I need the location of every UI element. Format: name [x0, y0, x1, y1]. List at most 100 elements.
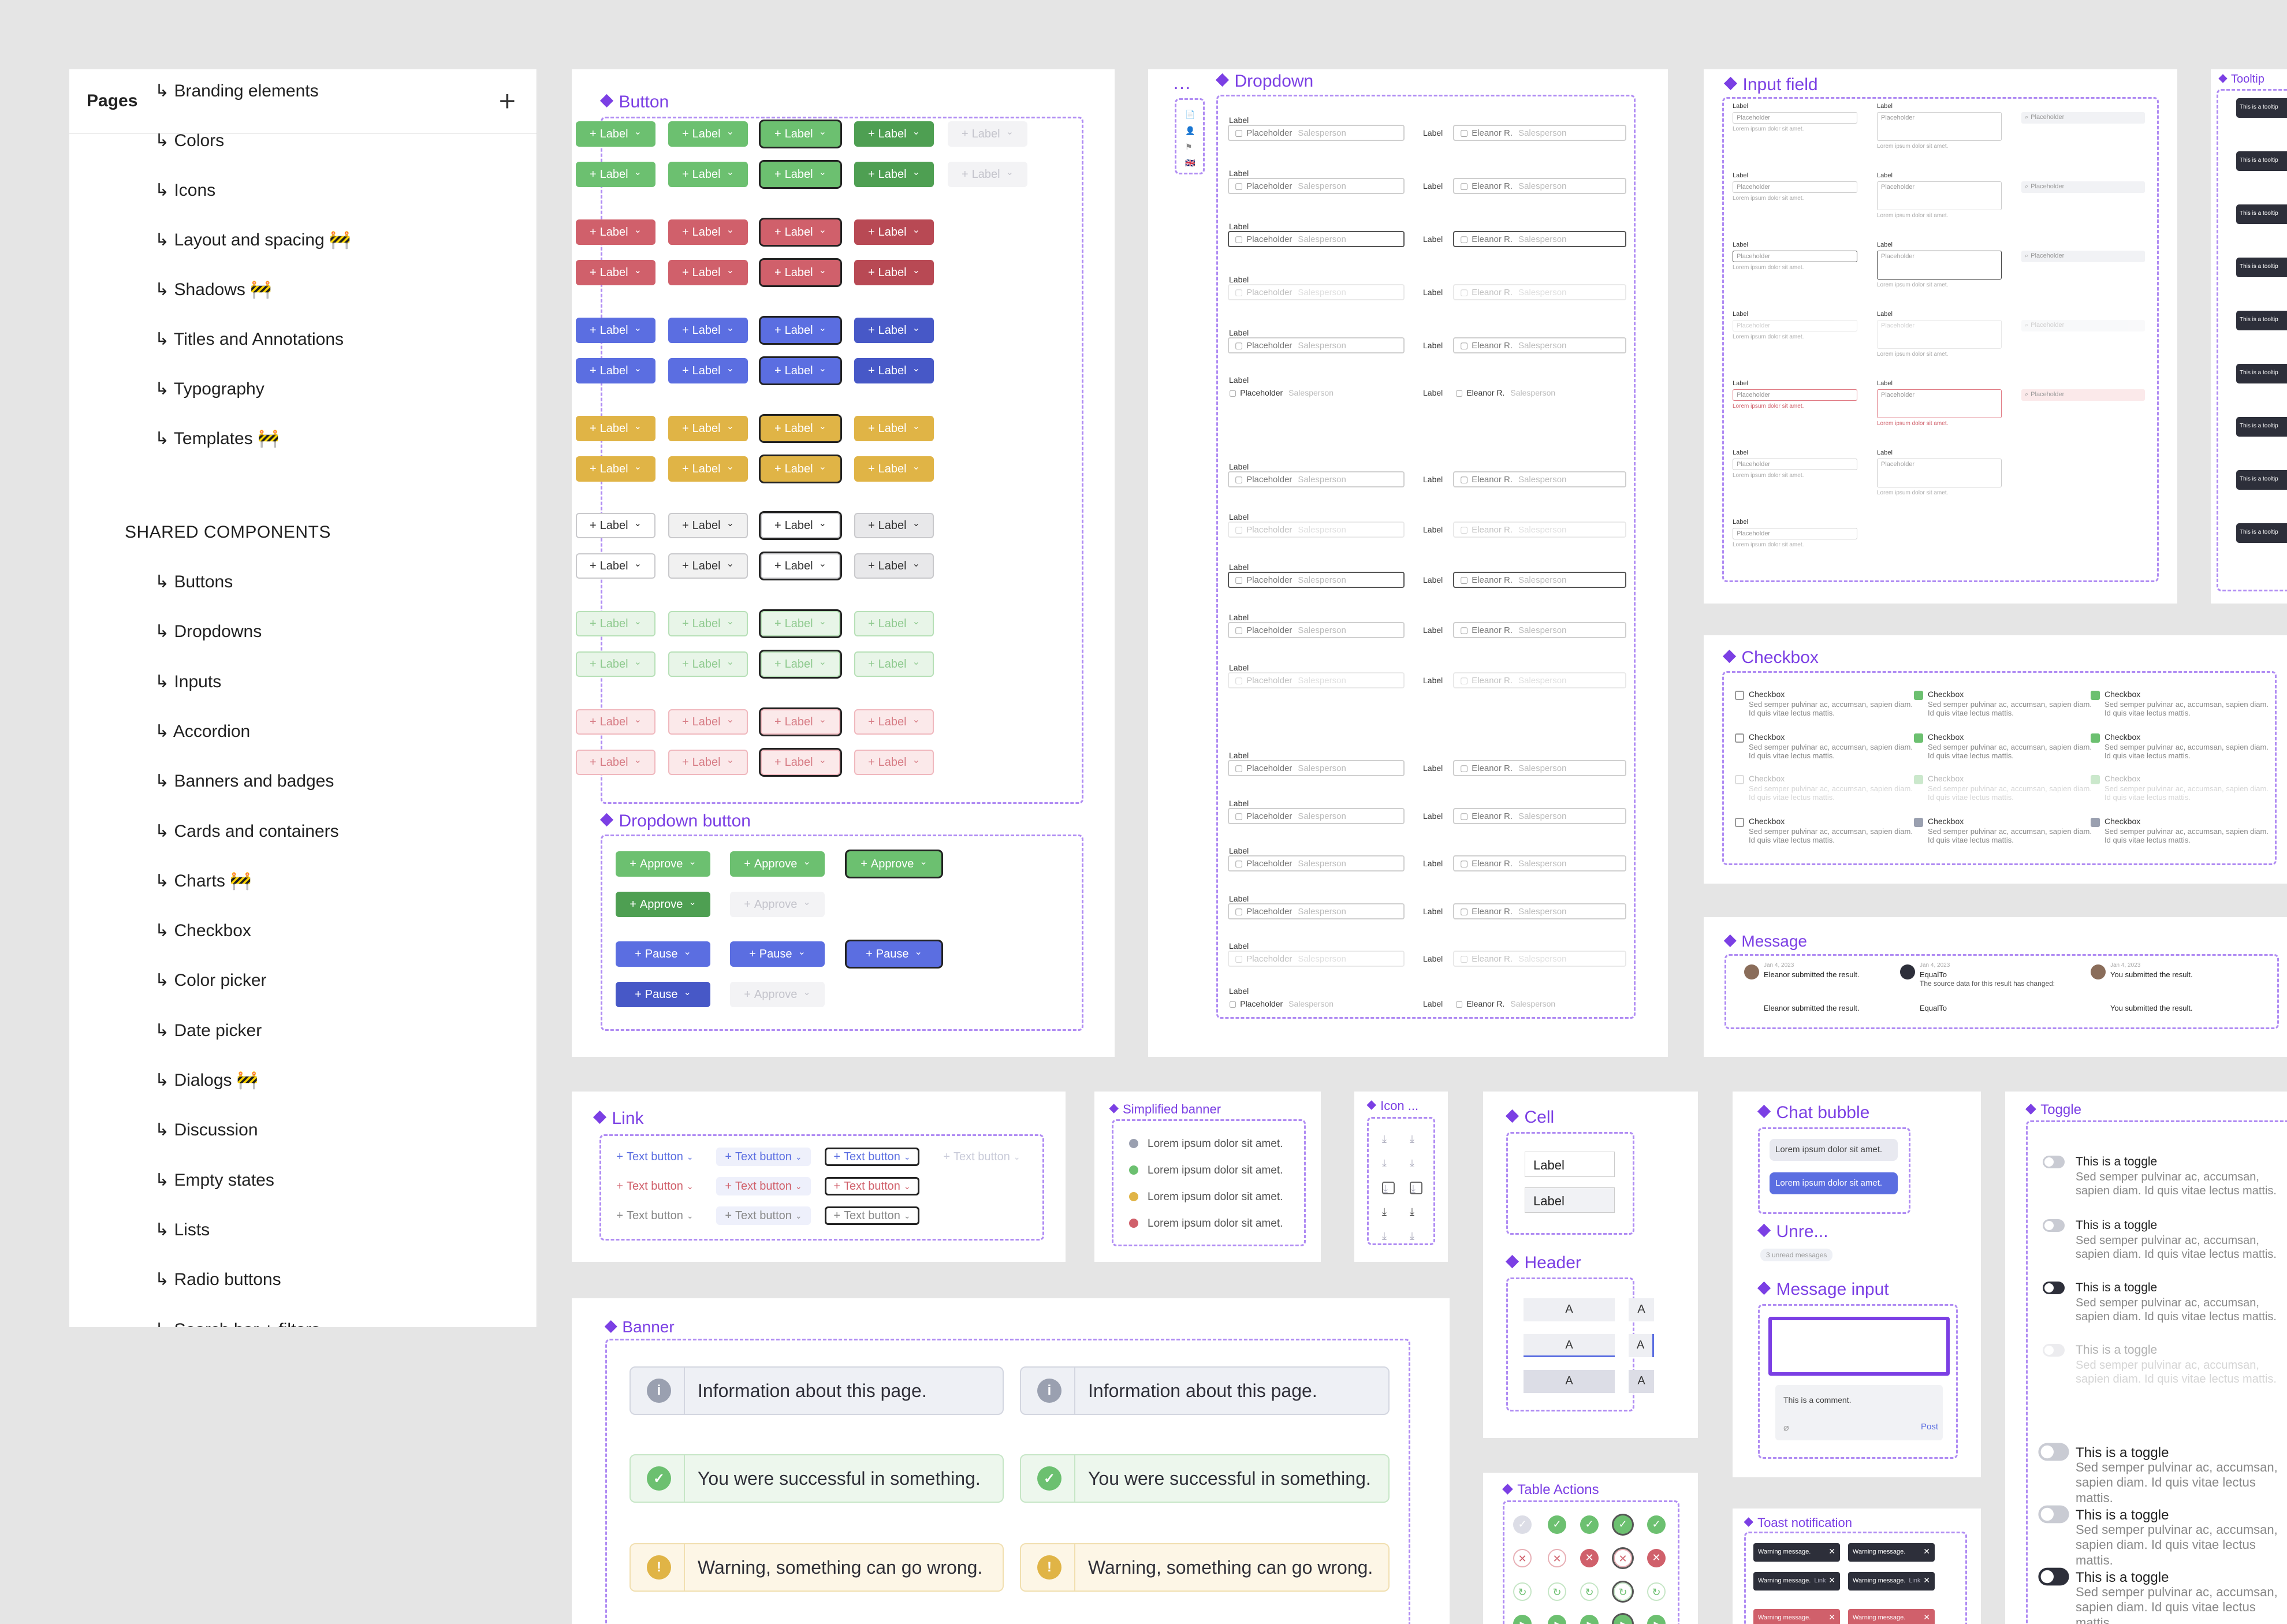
- button[interactable]: + Label: [761, 219, 840, 245]
- sidebar-item[interactable]: ↳ Banners and badges: [155, 771, 334, 791]
- dropdown-field[interactable]: ▢ Placeholder Salesperson: [1229, 388, 1334, 398]
- download-icon[interactable]: ⤓: [1382, 1230, 1395, 1243]
- text-button[interactable]: + Text button ⌄: [825, 1148, 919, 1166]
- message-input-box[interactable]: [1775, 1385, 1943, 1440]
- table-action-icon[interactable]: ✕: [1647, 1549, 1666, 1567]
- table-action-icon[interactable]: ↻: [1548, 1582, 1566, 1601]
- button[interactable]: + Label: [576, 416, 655, 441]
- dropdown-field[interactable]: ▢ Placeholder Salesperson: [1228, 337, 1405, 353]
- text-button[interactable]: + Text button ⌄: [716, 1206, 811, 1225]
- button[interactable]: + Label: [576, 358, 655, 383]
- checkbox-box[interactable]: [1735, 691, 1744, 700]
- button[interactable]: + Label: [854, 318, 934, 343]
- checkbox-box[interactable]: [1735, 733, 1744, 743]
- dropdown-field[interactable]: ▢ Placeholder Salesperson: [1228, 178, 1405, 194]
- button[interactable]: + Label: [576, 260, 655, 285]
- sidebar-item[interactable]: ↳ Dialogs 🚧: [155, 1070, 258, 1090]
- sidebar-item[interactable]: ↳ Inputs: [155, 672, 221, 692]
- sidebar-item[interactable]: ↳ Dropdowns: [155, 621, 262, 642]
- button[interactable]: + Label: [761, 416, 840, 441]
- dropdown-field[interactable]: ▢ Eleanor R. Salesperson: [1453, 284, 1626, 300]
- header-cell[interactable]: A: [1524, 1298, 1615, 1321]
- text-button[interactable]: + Text button ⌄: [716, 1177, 811, 1195]
- button[interactable]: + Label: [576, 651, 655, 677]
- button[interactable]: + Label: [761, 553, 840, 579]
- table-action-icon[interactable]: ✓: [1513, 1515, 1532, 1534]
- checkbox-box[interactable]: [2091, 733, 2100, 743]
- dropdown-field[interactable]: ▢ Placeholder Salesperson: [1228, 231, 1405, 247]
- input-field[interactable]: Placeholder: [1877, 181, 2002, 210]
- button[interactable]: + Label: [854, 260, 934, 285]
- button[interactable]: + Label: [576, 121, 655, 147]
- search-input[interactable]: ⌕ Placeholder: [2021, 251, 2145, 262]
- button[interactable]: + Label: [854, 416, 934, 441]
- dropdown-field[interactable]: ▢ Eleanor R. Salesperson: [1453, 622, 1626, 638]
- header-cell[interactable]: A: [1524, 1334, 1615, 1357]
- button[interactable]: + Label: [854, 219, 934, 245]
- input-field[interactable]: Placeholder: [1733, 389, 1857, 401]
- dropdown-field[interactable]: ▢ Eleanor R. Salesperson: [1453, 471, 1626, 487]
- dropdown-field[interactable]: ▢ Eleanor R. Salesperson: [1453, 760, 1626, 776]
- button[interactable]: + Label: [576, 513, 655, 538]
- input-field[interactable]: Placeholder: [1877, 389, 2002, 418]
- sidebar-item[interactable]: ↳ Typography: [155, 379, 265, 399]
- dropdown-field[interactable]: ▢ Eleanor R. Salesperson: [1453, 522, 1626, 538]
- dropdown-field[interactable]: ▢ Placeholder Salesperson: [1228, 622, 1405, 638]
- button[interactable]: + Label: [854, 513, 934, 538]
- sidebar-item[interactable]: ↳ Radio buttons: [155, 1269, 281, 1290]
- text-button[interactable]: + Text button ⌄: [716, 1148, 811, 1166]
- input-field[interactable]: Placeholder: [1877, 112, 2002, 141]
- dropdown-field[interactable]: ▢ Placeholder Salesperson: [1228, 572, 1405, 588]
- sidebar-item[interactable]: ↳ Branding elements: [155, 81, 319, 101]
- button[interactable]: + Label: [761, 750, 840, 775]
- input-field[interactable]: Placeholder: [1733, 320, 1857, 331]
- dropdown-field[interactable]: ▢ Eleanor R. Salesperson: [1455, 388, 1555, 398]
- header-cell[interactable]: A: [1629, 1370, 1654, 1393]
- button[interactable]: + Label: [854, 162, 934, 187]
- toast-link[interactable]: Link: [1814, 1577, 1826, 1584]
- sidebar-item[interactable]: ↳ Buttons: [155, 572, 233, 592]
- table-action-icon[interactable]: ↻: [1580, 1582, 1599, 1601]
- table-action-icon[interactable]: ✓: [1580, 1515, 1599, 1534]
- button[interactable]: + Label: [668, 456, 748, 482]
- button[interactable]: + Label: [761, 651, 840, 677]
- button[interactable]: + Label: [668, 121, 748, 147]
- button[interactable]: + Label: [576, 162, 655, 187]
- button[interactable]: + Label: [854, 611, 934, 636]
- dropdown-field[interactable]: ▢ Eleanor R. Salesperson: [1453, 903, 1626, 919]
- dropdown-field[interactable]: ▢ Eleanor R. Salesperson: [1453, 231, 1626, 247]
- button[interactable]: + Label: [668, 219, 748, 245]
- dropdown-field[interactable]: ▢ Eleanor R. Salesperson: [1453, 672, 1626, 688]
- table-action-icon[interactable]: ✕: [1580, 1549, 1599, 1567]
- button[interactable]: + Label: [854, 553, 934, 579]
- download-icon[interactable]: ⤓: [1382, 1206, 1395, 1219]
- dropdown-field[interactable]: ▢ Placeholder Salesperson: [1228, 522, 1405, 538]
- attach-icon[interactable]: ⌀: [1783, 1422, 1789, 1433]
- dropdown-field[interactable]: ▢ Placeholder Salesperson: [1228, 471, 1405, 487]
- sidebar-item[interactable]: ↳ Layout and spacing 🚧: [155, 230, 351, 250]
- download-icon[interactable]: ⤓: [1382, 1182, 1395, 1194]
- button[interactable]: + Label: [761, 709, 840, 735]
- table-action-icon[interactable]: ✕: [1548, 1549, 1566, 1567]
- dropdown-field[interactable]: ▢ Placeholder Salesperson: [1228, 808, 1405, 824]
- input-field[interactable]: Placeholder: [1877, 251, 2002, 280]
- checkbox-box[interactable]: [1914, 818, 1923, 827]
- search-input[interactable]: ⌕ Placeholder: [2021, 181, 2145, 193]
- dropdown-field[interactable]: ▢ Eleanor R. Salesperson: [1455, 999, 1555, 1009]
- checkbox-box[interactable]: [1914, 691, 1923, 700]
- toggle-switch[interactable]: [2038, 1567, 2069, 1586]
- checkbox-box[interactable]: [2091, 691, 2100, 700]
- button[interactable]: + Label: [576, 553, 655, 579]
- button[interactable]: + Label: [854, 651, 934, 677]
- table-action-icon[interactable]: ↻: [1614, 1582, 1632, 1601]
- sidebar-item[interactable]: ↳ Colors: [155, 131, 224, 151]
- checkbox-box[interactable]: [1735, 818, 1744, 827]
- dropdown-field[interactable]: ▢ Placeholder Salesperson: [1228, 672, 1405, 688]
- dropdown-field[interactable]: ▢ Placeholder Salesperson: [1228, 855, 1405, 871]
- button[interactable]: + Label: [576, 318, 655, 343]
- button[interactable]: + Label: [668, 416, 748, 441]
- close-icon[interactable]: ✕: [1923, 1547, 1930, 1556]
- search-input[interactable]: ⌕ Placeholder: [2021, 389, 2145, 401]
- text-button[interactable]: + Text button ⌄: [825, 1177, 919, 1195]
- split-button[interactable]: + Pause: [616, 982, 710, 1007]
